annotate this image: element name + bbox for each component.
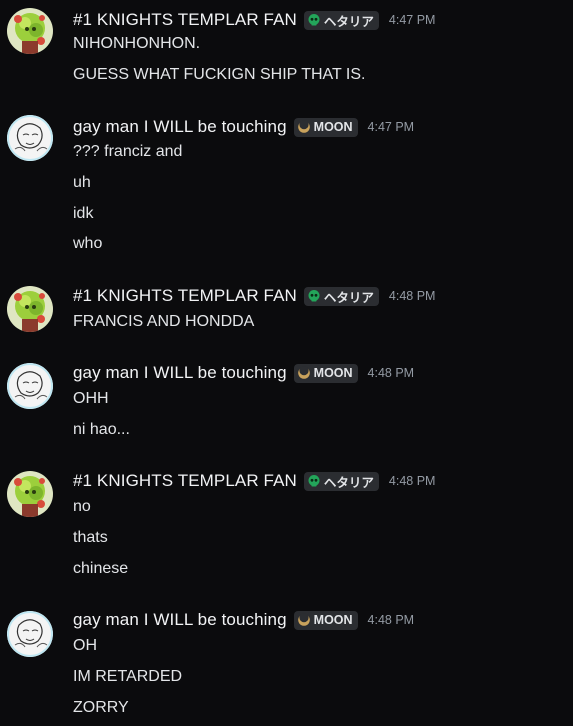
message-header: gay man I WILL be touching MOON 4:48 PM	[73, 608, 414, 632]
green-skull-icon	[308, 290, 320, 302]
crescent-moon-icon	[297, 366, 310, 379]
guild-tag[interactable]: MOON	[293, 610, 358, 630]
guild-tag[interactable]: ヘタリア	[303, 10, 379, 30]
message-text: IM RETARDED	[73, 668, 183, 685]
guild-tag-label: MOON	[313, 613, 353, 627]
message-text: GUESS WHAT FUCKIGN SHIP THAT IS.	[73, 66, 366, 83]
chat-messages: #1 KNIGHTS TEMPLAR FAN ヘタリア 4:47 PM NIHO…	[0, 0, 573, 726]
crescent-moon-icon	[297, 613, 310, 626]
avatar[interactable]	[7, 363, 53, 409]
guild-tag-label: MOON	[313, 120, 353, 134]
username[interactable]: gay man I WILL be touching	[73, 363, 287, 383]
timestamp[interactable]: 4:48 PM	[368, 613, 415, 627]
message-header: gay man I WILL be touching MOON 4:47 PM	[73, 115, 414, 139]
timestamp[interactable]: 4:47 PM	[389, 13, 436, 27]
username[interactable]: #1 KNIGHTS TEMPLAR FAN	[73, 10, 297, 30]
message-header: #1 KNIGHTS TEMPLAR FAN ヘタリア 4:47 PM	[73, 8, 435, 32]
message-text: no	[73, 498, 91, 515]
guild-tag[interactable]: ヘタリア	[303, 471, 379, 491]
guild-tag[interactable]: ヘタリア	[303, 286, 379, 306]
message-text: FRANCIS AND HONDDA	[73, 313, 255, 330]
username[interactable]: gay man I WILL be touching	[73, 610, 287, 630]
guild-tag-label: ヘタリア	[323, 475, 374, 490]
guild-tag[interactable]: MOON	[293, 117, 358, 137]
message-text: OHH	[73, 390, 109, 407]
green-skull-icon	[308, 14, 320, 26]
message-header: #1 KNIGHTS TEMPLAR FAN ヘタリア 4:48 PM	[73, 469, 435, 493]
guild-tag-label: ヘタリア	[323, 14, 374, 29]
message-text: chinese	[73, 560, 129, 577]
message-text: ZORRY	[73, 699, 129, 716]
message-text: NIHONHONHON.	[73, 35, 201, 52]
guild-tag[interactable]: MOON	[293, 363, 358, 383]
timestamp[interactable]: 4:48 PM	[368, 366, 415, 380]
avatar[interactable]	[7, 115, 53, 161]
message-header: #1 KNIGHTS TEMPLAR FAN ヘタリア 4:48 PM	[73, 284, 435, 308]
green-skull-icon	[308, 475, 320, 487]
message-text: OH	[73, 637, 97, 654]
timestamp[interactable]: 4:47 PM	[368, 120, 415, 134]
timestamp[interactable]: 4:48 PM	[389, 474, 436, 488]
avatar[interactable]	[7, 611, 53, 657]
avatar[interactable]	[7, 8, 53, 54]
message-text: ??? franciz and	[73, 143, 183, 160]
username[interactable]: #1 KNIGHTS TEMPLAR FAN	[73, 286, 297, 306]
message-text: who	[73, 235, 103, 252]
message-text: uh	[73, 174, 91, 191]
message-text: idk	[73, 205, 94, 222]
guild-tag-label: MOON	[313, 366, 353, 380]
avatar[interactable]	[7, 286, 53, 332]
guild-tag-label: ヘタリア	[323, 290, 374, 305]
message-text: ni hao...	[73, 421, 130, 438]
message-header: gay man I WILL be touching MOON 4:48 PM	[73, 361, 414, 385]
crescent-moon-icon	[297, 120, 310, 133]
message-text: thats	[73, 529, 108, 546]
username[interactable]: gay man I WILL be touching	[73, 117, 287, 137]
timestamp[interactable]: 4:48 PM	[389, 289, 436, 303]
username[interactable]: #1 KNIGHTS TEMPLAR FAN	[73, 471, 297, 491]
avatar[interactable]	[7, 471, 53, 517]
